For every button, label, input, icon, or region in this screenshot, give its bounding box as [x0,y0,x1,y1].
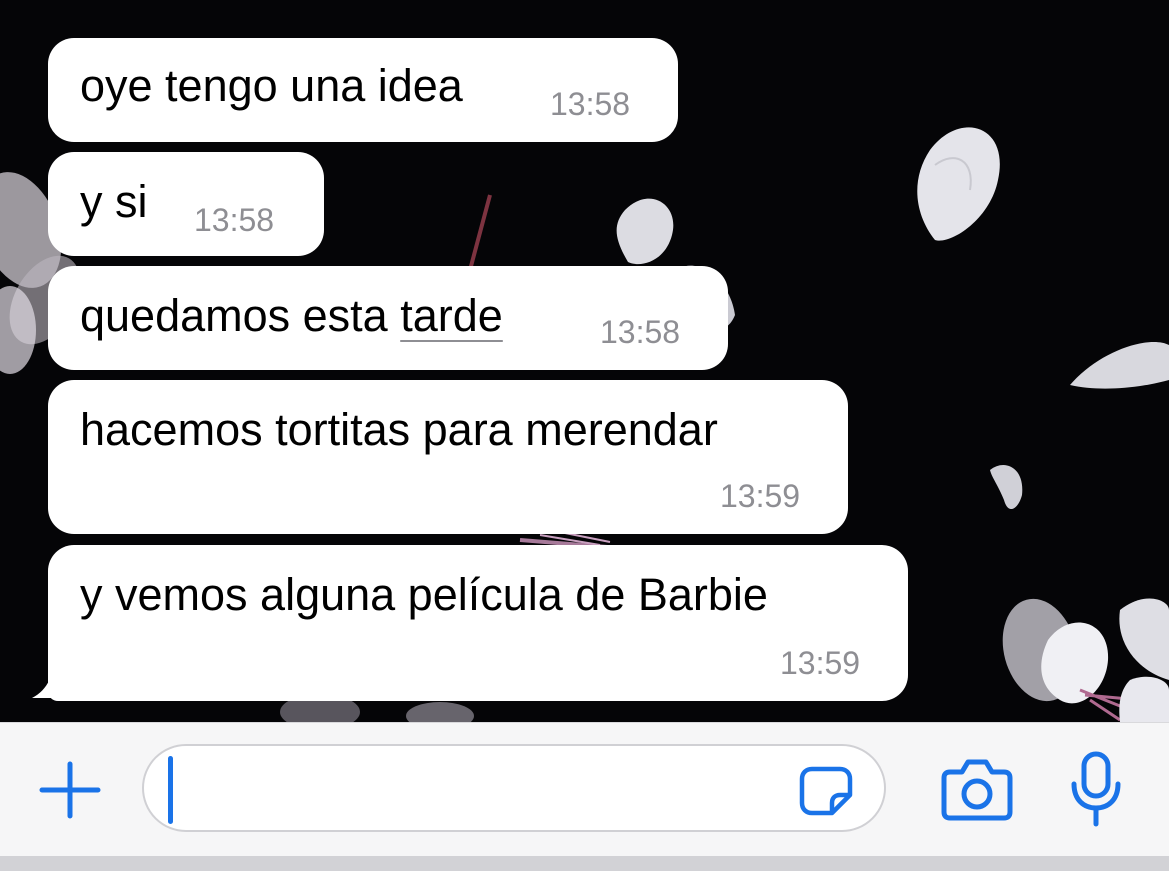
message-timestamp: 13:59 [780,645,861,681]
microphone-icon[interactable] [1066,750,1126,828]
message-bubble[interactable]: y vemos alguna película de Barbie 13:59 [48,545,908,701]
message-timestamp: 13:58 [194,202,275,238]
message-text: y si [80,176,148,227]
chat-screen: oye tengo una idea 13:58 y si 13:58 qued… [0,0,1169,871]
message-bubble[interactable]: hacemos tortitas para merendar 13:59 [48,380,848,534]
message-input[interactable] [142,744,886,832]
text-cursor [168,756,173,824]
sticker-icon[interactable] [796,765,856,817]
message-timestamp: 13:58 [600,314,681,350]
bottom-bar [0,856,1169,871]
message-bubble[interactable]: y si 13:58 [48,152,324,256]
camera-icon[interactable] [940,756,1014,822]
message-text-part: quedamos esta [80,290,401,341]
message-timestamp: 13:59 [720,478,801,514]
message-timestamp: 13:58 [550,86,631,122]
detected-link[interactable]: tarde [400,290,503,341]
message-bubble[interactable]: oye tengo una idea 13:58 [48,38,678,142]
message-text: hacemos tortitas para merendar [80,404,718,455]
message-text: quedamos esta tarde [80,290,503,342]
message-text: oye tengo una idea [80,60,463,111]
plus-icon[interactable] [36,758,104,822]
message-text: y vemos alguna película de Barbie [80,569,768,620]
message-bubble[interactable]: quedamos esta tarde 13:58 [48,266,728,370]
